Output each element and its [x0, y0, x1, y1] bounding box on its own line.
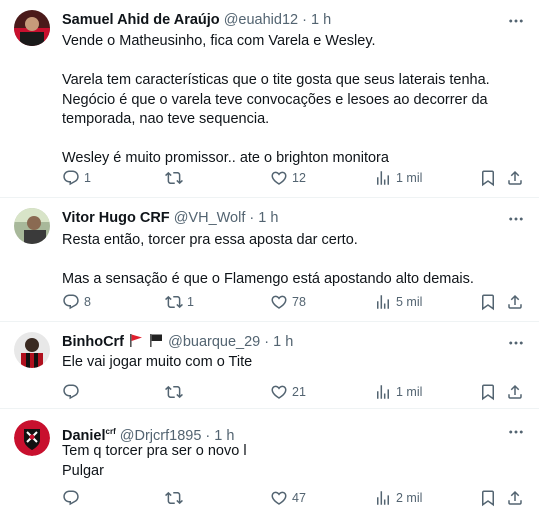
handle[interactable]: @euahid12	[224, 12, 298, 28]
views-count: 1 mil	[396, 385, 423, 399]
black-flag-icon	[150, 334, 163, 347]
timestamp[interactable]: 1 h	[258, 210, 278, 226]
tweet-4[interactable]: Danielcrf @Drjcrf1895 · 1 h Tem q torcer…	[0, 409, 539, 521]
timestamp[interactable]: 1 h	[311, 12, 331, 28]
share-button[interactable]	[506, 488, 524, 508]
views-button[interactable]: 2 mil	[374, 488, 422, 508]
more-icon[interactable]	[507, 210, 525, 228]
views-count: 1 mil	[396, 171, 423, 185]
name-superscript: crf	[105, 427, 116, 436]
tweet-1[interactable]: Samuel Ahid de Araújo @euahid12 · 1 h Ve…	[0, 0, 539, 198]
views-button[interactable]: 1 mil	[374, 168, 422, 188]
views-icon	[374, 489, 392, 507]
action-bar: 1 12 1 mil	[62, 168, 527, 188]
like-button[interactable]: 47	[270, 488, 306, 508]
reply-button[interactable]	[62, 382, 84, 402]
more-icon[interactable]	[507, 12, 525, 30]
like-count: 47	[292, 491, 306, 505]
avatar[interactable]	[14, 332, 50, 368]
share-button[interactable]	[506, 382, 524, 402]
avatar[interactable]	[14, 10, 50, 46]
bookmark-icon	[479, 169, 497, 187]
like-button[interactable]: 78	[270, 292, 306, 312]
views-icon	[374, 293, 392, 311]
heart-icon	[270, 293, 288, 311]
reply-count: 8	[84, 295, 91, 309]
reply-icon	[62, 169, 80, 187]
display-name[interactable]: Samuel Ahid de Araújo	[62, 12, 220, 28]
share-button[interactable]	[506, 168, 524, 188]
bookmark-button[interactable]	[479, 168, 497, 188]
action-bar: 8 1 78 5 mil	[62, 292, 527, 312]
share-button[interactable]	[506, 292, 524, 312]
reply-count: 1	[84, 171, 91, 185]
more-icon[interactable]	[507, 334, 525, 352]
heart-icon	[270, 383, 288, 401]
red-flag-icon	[130, 334, 143, 347]
tweet-text: Vende o Matheusinho, fica com Varela e W…	[62, 33, 490, 166]
avatar[interactable]	[14, 208, 50, 244]
like-count: 21	[292, 385, 306, 399]
reply-button[interactable]: 1	[62, 168, 91, 188]
reply-button[interactable]	[62, 488, 84, 508]
retweet-icon	[165, 383, 183, 401]
bookmark-icon	[479, 383, 497, 401]
more-icon[interactable]	[507, 423, 525, 441]
like-count: 78	[292, 295, 306, 309]
views-button[interactable]: 1 mil	[374, 382, 422, 402]
retweet-button[interactable]	[165, 382, 187, 402]
handle[interactable]: @VH_Wolf	[174, 210, 246, 226]
heart-icon	[270, 489, 288, 507]
share-icon	[506, 293, 524, 311]
like-button[interactable]: 21	[270, 382, 306, 402]
views-icon	[374, 169, 392, 187]
action-bar: 21 1 mil	[62, 382, 527, 402]
separator: ·	[264, 334, 270, 350]
retweet-icon	[165, 169, 183, 187]
display-name[interactable]: Vitor Hugo CRF	[62, 210, 170, 226]
retweet-icon	[165, 489, 183, 507]
bookmark-icon	[479, 489, 497, 507]
share-icon	[506, 383, 524, 401]
tweet-header: Samuel Ahid de Araújo @euahid12 · 1 h	[62, 11, 331, 29]
bookmark-icon	[479, 293, 497, 311]
retweet-button[interactable]	[165, 488, 187, 508]
handle[interactable]: @buarque_29	[168, 334, 260, 350]
separator: ·	[249, 210, 255, 226]
tweet-header: BinhoCrf @buarque_29 · 1 h	[62, 333, 293, 351]
tweet-text: Tem q torcer pra ser o novo l Pulgar	[62, 443, 247, 479]
tweet-header: Vitor Hugo CRF @VH_Wolf · 1 h	[62, 209, 278, 227]
like-count: 12	[292, 171, 306, 185]
reply-icon	[62, 293, 80, 311]
bookmark-button[interactable]	[479, 382, 497, 402]
retweet-icon	[165, 293, 183, 311]
tweet-text: Resta então, torcer pra essa aposta dar …	[62, 232, 474, 287]
retweet-button[interactable]: 1	[165, 292, 194, 312]
bookmark-button[interactable]	[479, 292, 497, 312]
like-button[interactable]: 12	[270, 168, 306, 188]
tweet-3[interactable]: BinhoCrf @buarque_29 · 1 h Ele vai jogar…	[0, 322, 539, 409]
retweet-button[interactable]	[165, 168, 187, 188]
tweet-2[interactable]: Vitor Hugo CRF @VH_Wolf · 1 h Resta entã…	[0, 198, 539, 322]
reply-icon	[62, 489, 80, 507]
retweet-count: 1	[187, 295, 194, 309]
avatar[interactable]	[14, 420, 50, 456]
views-icon	[374, 383, 392, 401]
display-name[interactable]: BinhoCrf	[62, 334, 124, 350]
reply-icon	[62, 383, 80, 401]
views-count: 5 mil	[396, 295, 423, 309]
views-count: 2 mil	[396, 491, 423, 505]
bookmark-button[interactable]	[479, 488, 497, 508]
share-icon	[506, 489, 524, 507]
tweet-text: Ele vai jogar muito com o Tite	[62, 354, 253, 370]
separator: ·	[302, 12, 307, 28]
views-button[interactable]: 5 mil	[374, 292, 422, 312]
timestamp[interactable]: 1 h	[273, 334, 293, 350]
reply-button[interactable]: 8	[62, 292, 91, 312]
share-icon	[506, 169, 524, 187]
action-bar: 47 2 mil	[62, 488, 527, 508]
heart-icon	[270, 169, 288, 187]
